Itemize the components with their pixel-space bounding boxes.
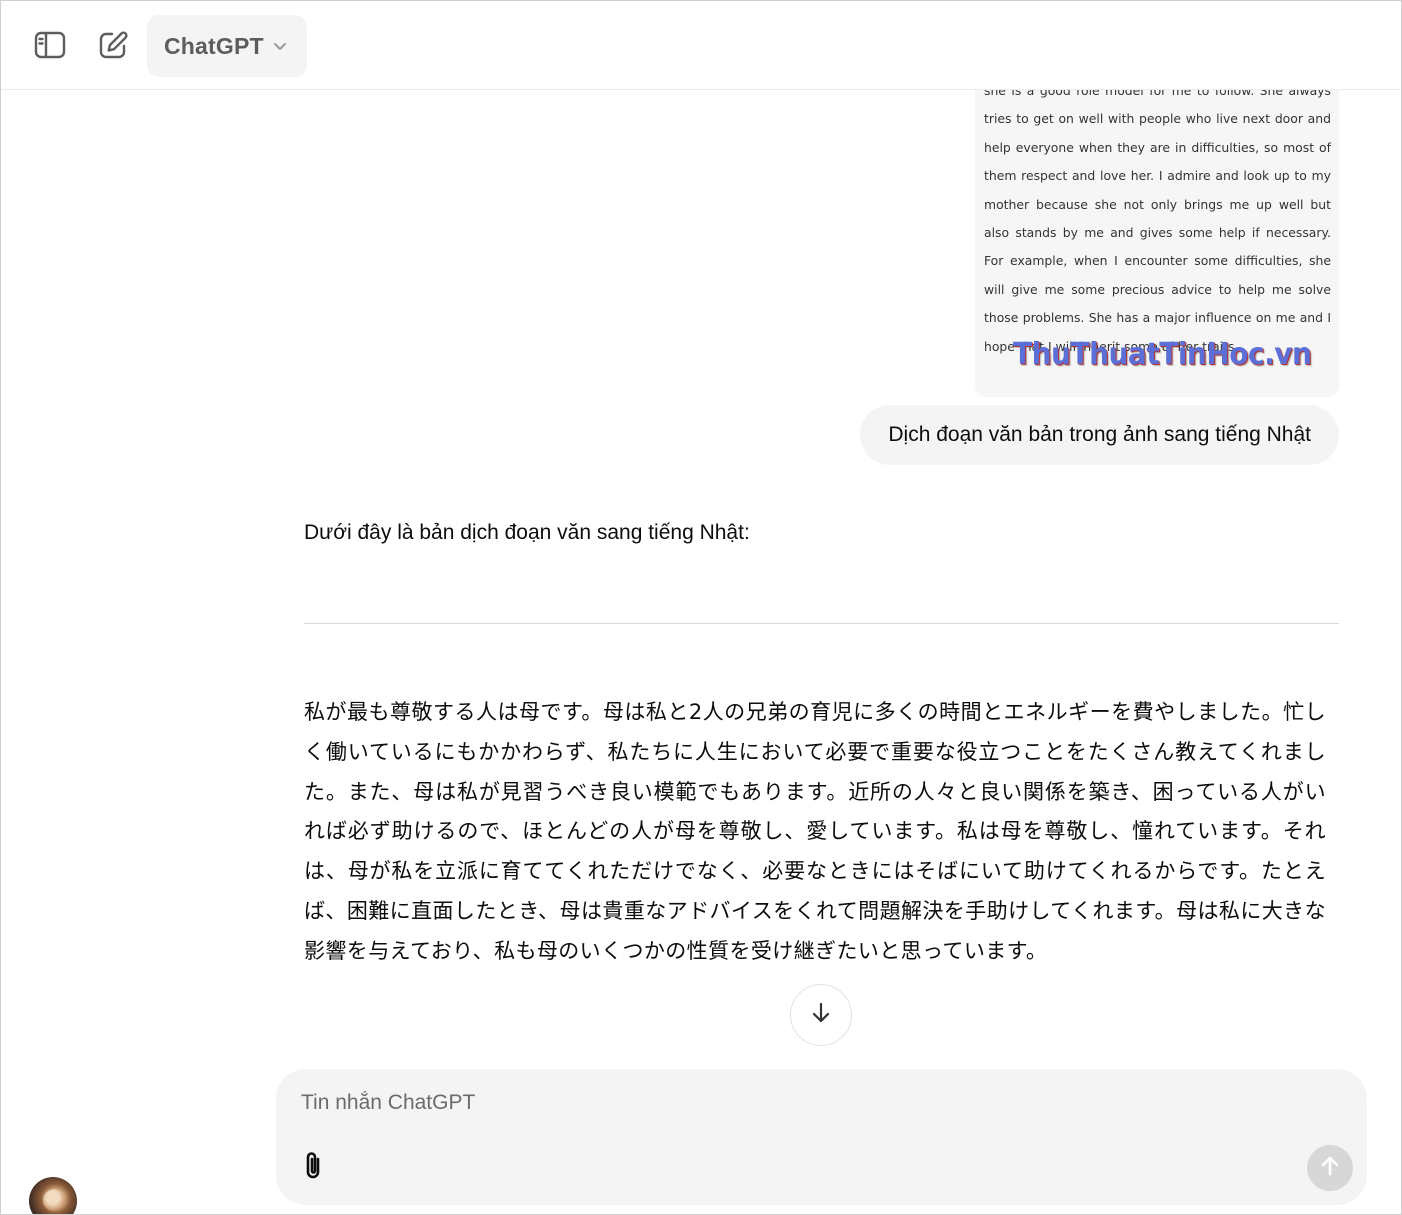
arrow-up-icon xyxy=(1320,1155,1340,1182)
scroll-to-bottom-button[interactable] xyxy=(790,984,852,1046)
assistant-intro: Dưới đây là bản dịch đoạn văn sang tiếng… xyxy=(304,521,750,544)
attach-button[interactable] xyxy=(296,1149,330,1187)
avatar[interactable] xyxy=(29,1177,77,1214)
top-bar: ChatGPT xyxy=(1,1,1401,90)
send-button[interactable] xyxy=(1307,1145,1353,1191)
message-composer xyxy=(276,1069,1367,1205)
model-selector[interactable]: ChatGPT xyxy=(147,15,307,77)
watermark-logo: ThuThuatTinHoc.vn xyxy=(1013,335,1312,372)
assistant-translation: 私が最も尊敬する人は母です。母は私と2人の兄弟の育児に多くの時間とエネルギーを費… xyxy=(304,700,1326,963)
sidebar-toggle-button[interactable] xyxy=(28,23,72,67)
chat-window: ChatGPT she is a good role model for me … xyxy=(0,0,1402,1215)
chevron-down-icon xyxy=(273,38,287,56)
attached-image-text: she is a good role model for me to follo… xyxy=(984,83,1331,354)
paperclip-icon xyxy=(301,1150,325,1187)
user-message: Dịch đoạn văn bản trong ảnh sang tiếng N… xyxy=(860,405,1339,465)
arrow-down-icon xyxy=(810,1001,832,1030)
sidebar-toggle-icon xyxy=(34,31,66,59)
message-input[interactable] xyxy=(301,1091,1301,1115)
divider xyxy=(304,623,1339,624)
new-chat-icon xyxy=(98,30,128,60)
model-name: ChatGPT xyxy=(164,32,264,59)
new-chat-button[interactable] xyxy=(91,23,135,67)
